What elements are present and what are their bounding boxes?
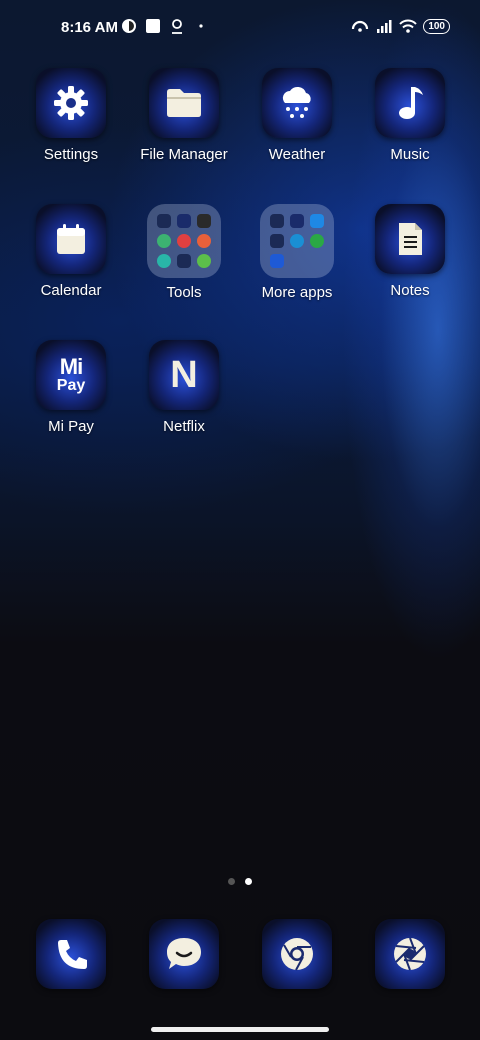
status-bar: 8:16 AM 100	[0, 0, 480, 56]
mini-app-placeholder	[290, 254, 304, 268]
mini-app-placeholder	[310, 254, 324, 268]
more-notifications-dot	[193, 18, 209, 34]
dock-chrome[interactable]	[241, 919, 353, 989]
app-weather[interactable]: Weather	[241, 68, 353, 163]
dock-phone[interactable]	[15, 919, 127, 989]
phone-icon	[53, 936, 89, 972]
folder-grid	[260, 204, 334, 278]
app-label: File Manager	[140, 146, 228, 163]
app-label: Tools	[166, 284, 202, 301]
app-label: Calendar	[40, 282, 102, 299]
folder-tools[interactable]: Tools	[128, 204, 240, 301]
app-music[interactable]: Music	[354, 68, 466, 163]
gear-icon	[51, 83, 91, 123]
page-dot-active[interactable]	[245, 878, 252, 885]
music-note-icon	[395, 83, 425, 123]
hotspot-icon	[351, 18, 369, 34]
mi-pay-icon: Mi Pay	[57, 356, 85, 394]
mini-app-icon	[157, 234, 171, 248]
netflix-icon: N	[170, 353, 198, 396]
folder-grid	[147, 204, 221, 278]
mini-app-icon	[157, 254, 171, 268]
app-notes[interactable]: Notes	[354, 204, 466, 299]
mini-app-icon	[177, 214, 191, 228]
mini-app-icon	[290, 234, 304, 248]
mi-logo-text: Mi	[59, 354, 83, 379]
gesture-navigation-bar[interactable]	[151, 1027, 329, 1032]
app-label: Settings	[43, 146, 99, 163]
calendar-icon	[53, 221, 89, 257]
status-time: 8:16 AM	[61, 19, 118, 36]
page-indicator[interactable]	[0, 878, 480, 885]
app-calendar[interactable]: Calendar	[15, 204, 127, 299]
wifi-icon	[399, 18, 418, 34]
cloud-snow-icon	[277, 83, 317, 123]
app-mi-pay[interactable]: Mi Pay Mi Pay	[15, 340, 127, 435]
mini-app-icon	[270, 234, 284, 248]
mini-app-icon	[290, 214, 304, 228]
page-dot[interactable]	[228, 878, 235, 885]
signal-icon	[375, 18, 392, 34]
dock-messages[interactable]	[128, 919, 240, 989]
mini-app-icon	[310, 234, 324, 248]
mini-app-icon	[270, 214, 284, 228]
square-notification-icon	[145, 18, 161, 34]
app-label: Weather	[268, 146, 326, 163]
message-icon	[164, 935, 204, 973]
mini-app-icon	[177, 254, 191, 268]
mini-app-icon	[197, 254, 211, 268]
app-label: More apps	[261, 284, 333, 301]
mini-app-icon	[310, 214, 324, 228]
app-label: Music	[390, 146, 430, 163]
mini-app-icon	[177, 234, 191, 248]
mini-app-icon	[197, 234, 211, 248]
app-settings[interactable]: Settings	[15, 68, 127, 163]
aperture-icon	[390, 934, 430, 974]
app-netflix[interactable]: N Netflix	[128, 340, 240, 435]
mini-app-icon	[270, 254, 284, 268]
document-icon	[395, 221, 425, 257]
location-notification-icon	[169, 18, 185, 34]
app-notification-icon	[121, 18, 137, 34]
pay-logo-text: Pay	[56, 377, 86, 394]
app-label: Notes	[390, 282, 430, 299]
app-label: Netflix	[163, 418, 205, 435]
folder-icon	[164, 86, 204, 120]
mini-app-icon	[157, 214, 171, 228]
battery-indicator: 100	[423, 18, 450, 34]
mini-app-icon	[197, 214, 211, 228]
app-file-manager[interactable]: File Manager	[128, 68, 240, 163]
folder-more-apps[interactable]: More apps	[241, 204, 353, 301]
chrome-icon	[277, 934, 317, 974]
app-label: Mi Pay	[48, 418, 94, 435]
dock-camera[interactable]	[354, 919, 466, 989]
